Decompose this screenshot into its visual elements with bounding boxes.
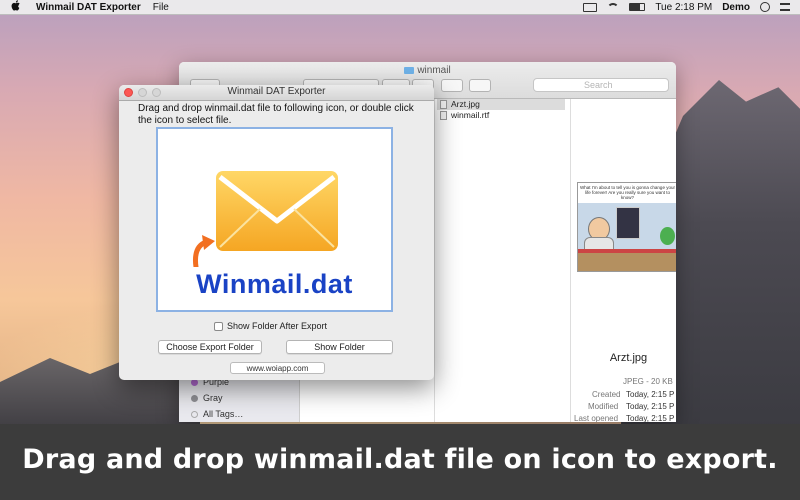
show-folder-checkbox[interactable]: Show Folder After Export bbox=[214, 321, 327, 331]
preview-label: Last opened bbox=[574, 414, 619, 422]
finder-title: winmail bbox=[179, 65, 676, 76]
tag-dot bbox=[191, 394, 198, 402]
airplay-icon[interactable] bbox=[583, 2, 598, 12]
exporter-window: Winmail DAT Exporter Drag and drop winma… bbox=[119, 85, 434, 380]
show-folder-button[interactable]: Show Folder bbox=[286, 340, 393, 354]
file-row[interactable]: Arzt.jpg bbox=[437, 99, 565, 110]
clock[interactable]: Tue 2:18 PM bbox=[655, 2, 712, 13]
exporter-title: Winmail DAT Exporter bbox=[227, 86, 326, 97]
caption-text: Drag and drop winmail.dat file on icon t… bbox=[22, 444, 778, 475]
preview-value: Today, 2:15 P bbox=[626, 414, 675, 422]
checkbox-box[interactable] bbox=[214, 321, 223, 331]
preview-kind: JPEG - 20 KB bbox=[623, 377, 673, 386]
file-menu[interactable]: File bbox=[153, 2, 169, 13]
preview-value: Today, 2:15 P bbox=[626, 390, 675, 399]
sidebar-tag-gray[interactable]: Gray bbox=[191, 393, 223, 403]
sidebar-all-tags[interactable]: All Tags… bbox=[191, 409, 243, 419]
exporter-titlebar: Winmail DAT Exporter bbox=[119, 85, 434, 101]
choose-export-folder-button[interactable]: Choose Export Folder bbox=[158, 340, 262, 354]
caption-banner: Drag and drop winmail.dat file on icon t… bbox=[0, 424, 800, 500]
website-link[interactable]: www.woiapp.com bbox=[230, 362, 325, 374]
preview-image: What I'm about to tell you is gonna chan… bbox=[577, 182, 676, 272]
spotlight-icon[interactable] bbox=[760, 2, 770, 12]
search-input[interactable]: Search bbox=[533, 78, 669, 92]
tag-dot bbox=[191, 410, 198, 418]
envelope-icon bbox=[214, 169, 340, 253]
frog-drawing bbox=[660, 227, 675, 245]
status-area: Tue 2:18 PM Demo bbox=[583, 0, 790, 14]
comic-floor bbox=[578, 253, 676, 271]
image-file-icon bbox=[440, 100, 447, 109]
speech-bubble: What I'm about to tell you is gonna chan… bbox=[578, 183, 676, 203]
xray-drawing bbox=[616, 207, 640, 239]
file-column: Arzt.jpg winmail.rtf bbox=[435, 99, 571, 422]
instructions-text: Drag and drop winmail.dat file to follow… bbox=[138, 103, 414, 126]
preview-label: Created bbox=[592, 390, 621, 399]
battery-icon[interactable] bbox=[629, 3, 646, 11]
preview-label: Modified bbox=[588, 402, 619, 411]
preview-value: Today, 2:15 P bbox=[626, 402, 675, 411]
user-menu[interactable]: Demo bbox=[722, 2, 750, 13]
app-menu[interactable]: Winmail DAT Exporter bbox=[36, 2, 141, 13]
share-button[interactable] bbox=[441, 79, 463, 92]
folder-icon bbox=[404, 67, 415, 74]
menu-bar: Winmail DAT Exporter File Tue 2:18 PM De… bbox=[0, 0, 800, 15]
wifi-icon[interactable] bbox=[607, 2, 620, 12]
apple-icon[interactable] bbox=[11, 0, 21, 14]
preview-pane: What I'm about to tell you is gonna chan… bbox=[571, 99, 676, 422]
preview-filename: Arzt.jpg bbox=[609, 352, 648, 364]
file-row[interactable]: winmail.rtf bbox=[437, 110, 565, 121]
notification-icon[interactable] bbox=[780, 3, 790, 11]
drop-zone-label: Winmail.dat bbox=[196, 269, 353, 299]
document-file-icon bbox=[440, 111, 447, 120]
tags-button[interactable] bbox=[469, 79, 491, 92]
winmail-drop-zone[interactable]: Winmail.dat bbox=[156, 127, 393, 312]
arrow-icon bbox=[193, 235, 215, 267]
